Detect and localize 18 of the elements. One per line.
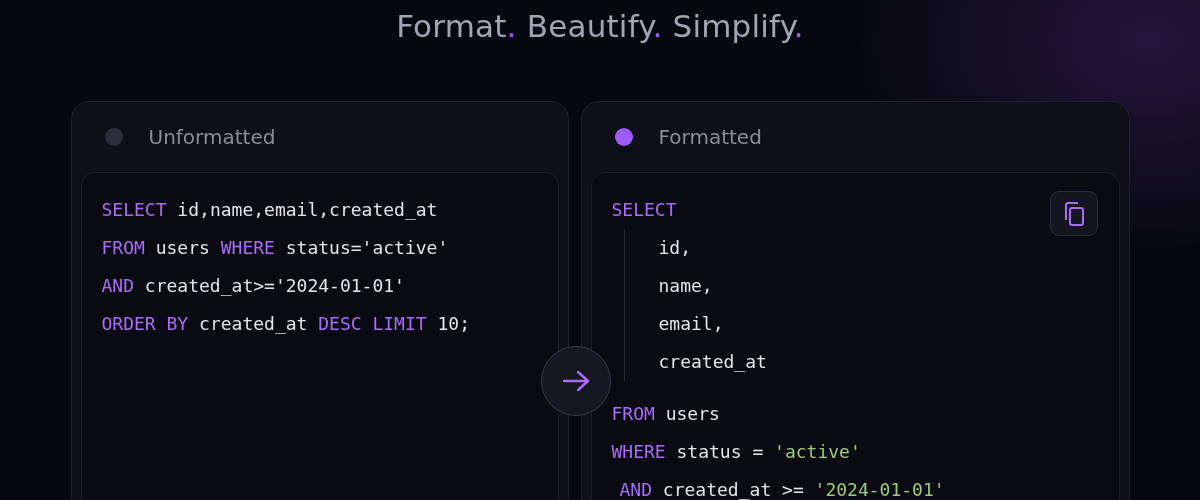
panel-title: Formatted: [658, 125, 762, 149]
code-line: WHERE status = 'active': [611, 440, 861, 464]
code-line: AND created_at>='2024-01-01': [101, 274, 405, 298]
code-line: created_at: [658, 350, 767, 374]
code-line: AND created_at >= '2024-01-01': [619, 478, 945, 500]
code-line: id,: [658, 236, 691, 260]
code-line: FROM users: [611, 402, 720, 426]
code-line: email,: [658, 312, 724, 336]
code-line: FROM users WHERE status='active': [101, 236, 449, 260]
code-line: name,: [658, 274, 713, 298]
panel-title: Unformatted: [148, 125, 276, 149]
code-line: SELECT: [611, 198, 677, 222]
copy-icon: [1062, 200, 1085, 227]
code-line: ORDER BY created_at DESC LIMIT 10;: [101, 312, 470, 336]
arrow-right-icon: [560, 369, 591, 393]
copy-button[interactable]: [1049, 191, 1098, 236]
code-line: SELECT id,name,email,created_at: [101, 198, 438, 222]
headline: Format. Beautify. Simplify.: [396, 8, 804, 44]
